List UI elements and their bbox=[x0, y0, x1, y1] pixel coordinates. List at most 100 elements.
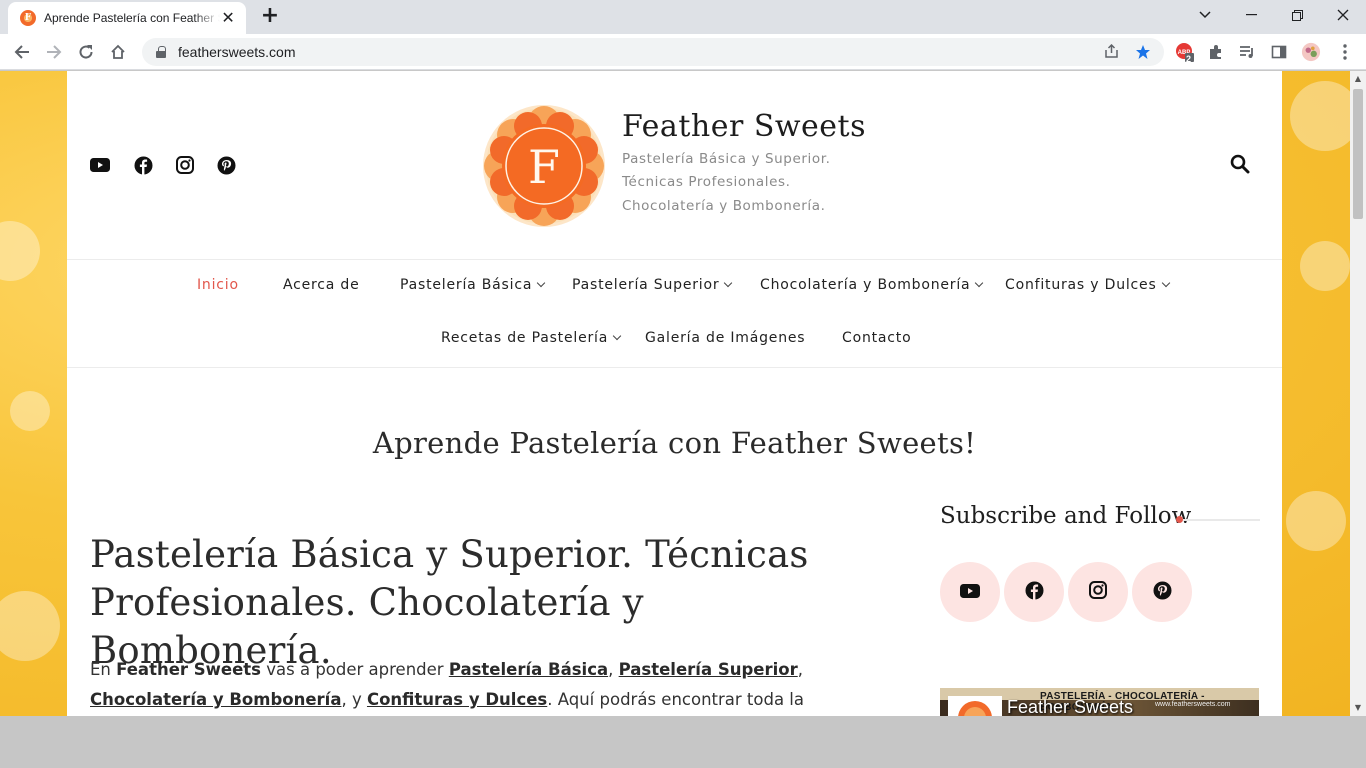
bookmark-star-icon[interactable] bbox=[1135, 44, 1151, 64]
lock-icon bbox=[156, 46, 166, 58]
body-text: , bbox=[797, 660, 803, 679]
page-scrollbar[interactable]: ▲ ▼ bbox=[1350, 71, 1366, 716]
home-icon[interactable] bbox=[104, 38, 132, 66]
sidebar-banner[interactable]: PASTELERÍA - CHOCOLATERÍA - BOMBONERÍA w… bbox=[940, 688, 1259, 716]
restore-icon[interactable] bbox=[1274, 0, 1320, 30]
banner-logo bbox=[948, 696, 1002, 716]
post-body: En Feather Sweets vas a poder aprender P… bbox=[90, 655, 880, 716]
subscribe-youtube-button[interactable] bbox=[940, 562, 1000, 622]
tab-title: Aprende Pastelería con Feather Sweets bbox=[44, 11, 220, 25]
nav-label: Recetas de Pastelería bbox=[441, 330, 609, 346]
nav-label: Contacto bbox=[842, 330, 912, 346]
tab-close-icon[interactable]: ✕ bbox=[220, 10, 236, 26]
background-bokeh bbox=[1286, 491, 1346, 551]
chevron-down-icon bbox=[1161, 278, 1170, 288]
link-pasteleria-basica[interactable]: Pastelería Básica bbox=[449, 660, 608, 679]
taskbar-area bbox=[0, 716, 1366, 768]
site-logo[interactable]: F bbox=[482, 104, 606, 228]
header-divider bbox=[67, 259, 1282, 260]
header-youtube-icon[interactable] bbox=[89, 154, 111, 176]
widget-title-line bbox=[1183, 519, 1260, 521]
nav-item-confituras[interactable]: Confituras y Dulces bbox=[1005, 277, 1170, 293]
minimize-icon[interactable] bbox=[1228, 0, 1274, 30]
browser-menu-icon[interactable] bbox=[1335, 42, 1355, 62]
post-title: Pastelería Básica y Superior. Técnicas P… bbox=[90, 531, 890, 675]
nav-item-pasteleria-superior[interactable]: Pastelería Superior bbox=[572, 277, 733, 293]
tab-search-icon[interactable] bbox=[1182, 0, 1228, 30]
post-title-line-1: Pastelería Básica y Superior. Técnicas bbox=[90, 533, 809, 576]
browser-tab-strip: F Aprende Pastelería con Feather Sweets … bbox=[0, 0, 1366, 34]
nav-label: Galería de Imágenes bbox=[645, 330, 806, 346]
browser-tab[interactable]: F Aprende Pastelería con Feather Sweets … bbox=[8, 2, 246, 34]
link-confituras-dulces[interactable]: Confituras y Dulces bbox=[367, 690, 547, 709]
page-content: F Feather Sweets Pastelería Básica y Sup… bbox=[67, 71, 1282, 716]
adblock-extension-icon[interactable]: ABP bbox=[1175, 42, 1195, 62]
subscribe-pinterest-button[interactable] bbox=[1132, 562, 1192, 622]
nav-label: Pastelería Básica bbox=[400, 277, 533, 293]
share-icon[interactable] bbox=[1104, 43, 1119, 63]
side-panel-icon[interactable] bbox=[1269, 42, 1289, 62]
background-bokeh bbox=[0, 591, 60, 661]
youtube-icon bbox=[960, 583, 980, 602]
pinterest-icon bbox=[1153, 581, 1172, 604]
nav-item-pasteleria-basica[interactable]: Pastelería Básica bbox=[400, 277, 546, 293]
subscribe-instagram-button[interactable] bbox=[1068, 562, 1128, 622]
address-bar[interactable]: feathersweets.com bbox=[142, 38, 1164, 66]
scroll-down-icon[interactable]: ▼ bbox=[1350, 700, 1366, 716]
nav-label: Chocolatería y Bombonería bbox=[760, 277, 971, 293]
facebook-icon bbox=[1025, 581, 1044, 604]
body-text: En bbox=[90, 660, 117, 679]
scroll-up-icon[interactable]: ▲ bbox=[1350, 71, 1366, 87]
body-text: , y bbox=[341, 690, 367, 709]
site-tagline-line-1: Pastelería Básica y Superior. bbox=[622, 151, 831, 167]
forward-icon[interactable] bbox=[40, 38, 68, 66]
chevron-down-icon bbox=[536, 278, 546, 288]
body-text: vas a poder aprender bbox=[261, 660, 449, 679]
browser-toolbar: feathersweets.com ABP 2 bbox=[0, 34, 1366, 70]
nav-divider bbox=[67, 367, 1282, 368]
scroll-thumb[interactable] bbox=[1353, 89, 1363, 219]
chevron-down-icon bbox=[724, 278, 733, 288]
background-bokeh bbox=[10, 391, 50, 431]
nav-label: Pastelería Superior bbox=[572, 277, 720, 293]
nav-item-recetas[interactable]: Recetas de Pastelería bbox=[441, 330, 622, 346]
close-window-icon[interactable] bbox=[1320, 0, 1366, 30]
back-icon[interactable] bbox=[8, 38, 36, 66]
link-pasteleria-superior[interactable]: Pastelería Superior bbox=[619, 660, 798, 679]
header-facebook-icon[interactable] bbox=[132, 154, 154, 176]
reload-icon[interactable] bbox=[72, 38, 100, 66]
subscribe-facebook-button[interactable] bbox=[1004, 562, 1064, 622]
nav-item-inicio[interactable]: Inicio bbox=[197, 277, 239, 293]
extension-badge: 2 bbox=[1186, 54, 1192, 64]
site-tagline-line-3: Chocolatería y Bombonería. bbox=[622, 198, 826, 214]
nav-item-acerca-de[interactable]: Acerca de bbox=[283, 277, 360, 293]
header-instagram-icon[interactable] bbox=[174, 154, 196, 176]
header-pinterest-icon[interactable] bbox=[215, 154, 237, 176]
site-tagline-line-2: Técnicas Profesionales. bbox=[622, 174, 791, 190]
logo-letter: F bbox=[528, 140, 560, 194]
nav-item-contacto[interactable]: Contacto bbox=[842, 330, 911, 346]
site-favicon-icon: F bbox=[20, 10, 36, 26]
page-viewport: F Feather Sweets Pastelería Básica y Sup… bbox=[0, 71, 1350, 716]
chevron-down-icon bbox=[612, 331, 622, 341]
banner-url: www.feathersweets.com bbox=[1155, 701, 1231, 708]
chevron-down-icon bbox=[975, 278, 984, 288]
background-bokeh bbox=[1290, 81, 1350, 151]
new-tab-button[interactable]: + bbox=[256, 5, 284, 29]
extensions-puzzle-icon[interactable] bbox=[1206, 42, 1226, 62]
search-icon[interactable] bbox=[1230, 154, 1252, 176]
nav-label: Acerca de bbox=[283, 277, 360, 293]
widget-title-dot bbox=[1176, 516, 1183, 523]
widget-title: Subscribe and Follow bbox=[940, 503, 1192, 529]
nav-item-galeria[interactable]: Galería de Imágenes bbox=[645, 330, 805, 346]
instagram-icon bbox=[1089, 581, 1107, 603]
brand-name: Feather Sweets bbox=[116, 660, 261, 679]
media-queue-icon[interactable] bbox=[1237, 42, 1257, 62]
profile-avatar-icon[interactable] bbox=[1301, 42, 1321, 62]
nav-label: Confituras y Dulces bbox=[1005, 277, 1157, 293]
link-chocolateria-bomboneria[interactable]: Chocolatería y Bombonería bbox=[90, 690, 341, 709]
site-title[interactable]: Feather Sweets bbox=[622, 109, 866, 144]
nav-item-chocolateria[interactable]: Chocolatería y Bombonería bbox=[760, 277, 984, 293]
background-bokeh bbox=[0, 221, 40, 281]
background-bokeh bbox=[1300, 241, 1350, 291]
